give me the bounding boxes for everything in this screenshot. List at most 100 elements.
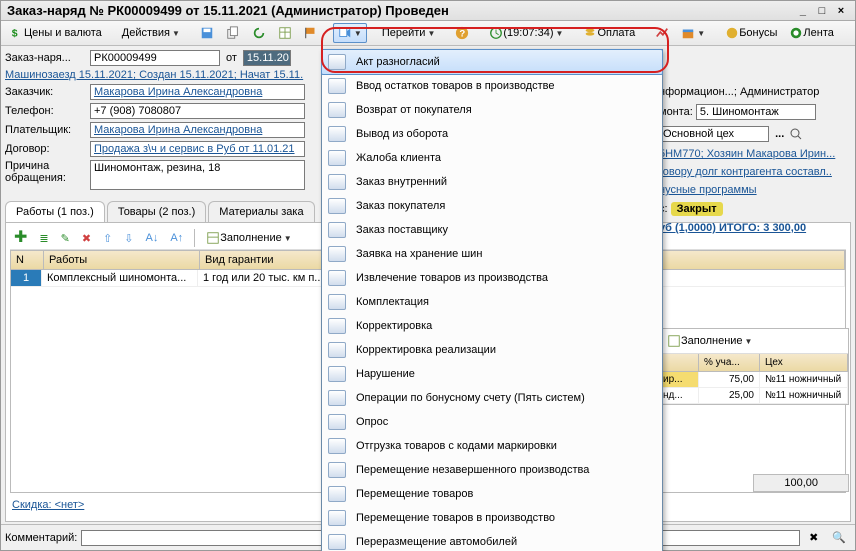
create-based-on-button[interactable]: ▼ [333,23,367,43]
insert-row-icon[interactable]: ≣ [35,231,52,246]
menu-item[interactable]: Отгрузка товаров с кодами маркировки [322,434,662,458]
menu-item[interactable]: Перемещение товаров в производство [322,506,662,530]
tool-chart-icon[interactable] [650,23,674,43]
bonus-programs-link[interactable]: нусные программы [659,184,757,196]
menu-item[interactable]: Корректировка [322,314,662,338]
clear-comment-icon[interactable]: ✖ [804,528,823,547]
col-workshop[interactable]: Цех [760,354,848,371]
tool-gift-icon[interactable]: ▼ [676,23,710,43]
tool-spreadsheet-icon[interactable] [273,23,297,43]
contract-field[interactable]: Продажа з\ч и сервис в Руб от 11.01.21 [90,141,305,157]
menu-item[interactable]: Нарушение [322,362,662,386]
actions-label: Действия [122,27,170,39]
status-badge: Закрыт [671,202,723,216]
order-date-field[interactable]: 15.11.20 [243,50,291,66]
delete-row-icon[interactable]: ✖ [78,231,95,246]
tab-materials[interactable]: Материалы зака [208,201,314,222]
menu-item-label: Нарушение [356,368,415,380]
add-row-icon[interactable]: ✚ [10,231,31,245]
create-based-on-menu: Акт разногласийВвод остатков товаров в п… [321,49,663,551]
col-pct[interactable]: % уча... [699,354,760,371]
minimize-button[interactable]: _ [795,5,811,17]
col-n[interactable]: N [11,251,44,269]
reason-field[interactable]: Шиномонтаж, резина, 18 [90,160,305,190]
menu-item[interactable]: Ввод остатков товаров в производстве [322,74,662,98]
goto-label: Перейти [382,27,426,39]
time-button[interactable]: (19:07:34)▼ [484,23,568,43]
move-up-icon[interactable]: ⇧ [99,231,116,246]
machine-entry-link[interactable]: Машинозаезд 15.11.2021; Создан 15.11.202… [5,69,303,81]
menu-item-label: Перемещение товаров в производство [356,512,555,524]
feed-button[interactable]: Лента [784,23,838,43]
tab-works[interactable]: Работы (1 поз.) [5,201,105,222]
fill-button[interactable]: Заполнение▼ [202,230,295,246]
menu-item[interactable]: Комплектация [322,290,662,314]
fill-right-button[interactable]: Заполнение▼ [662,331,757,351]
payer-field[interactable]: Макарова Ирина Александровна [90,122,305,138]
help-icon[interactable]: ? [450,23,474,43]
search-comment-icon[interactable]: 🔍 [827,528,851,547]
tab-goods[interactable]: Товары (2 поз.) [107,201,206,222]
col-work[interactable]: Работы [44,251,200,269]
car-link[interactable]: 5НМ770; Хозяин Макарова Ирин... [659,148,835,160]
menu-item[interactable]: Заказ покупателя [322,194,662,218]
document-icon [328,150,346,166]
document-icon [328,366,346,382]
phone-field[interactable]: +7 (908) 7080807 [90,103,305,119]
menu-item[interactable]: Вывод из оборота [322,122,662,146]
document-icon [328,246,346,262]
tool-print-icon[interactable] [849,23,856,43]
menu-item[interactable]: Перемещение незавершенного производства [322,458,662,482]
menu-item-label: Жалоба клиента [356,152,441,164]
menu-item[interactable]: Корректировка реализации [322,338,662,362]
pay-button[interactable]: Оплата [578,23,640,43]
menu-item[interactable]: Жалоба клиента [322,146,662,170]
menu-item[interactable]: Извлечение товаров из производства [322,266,662,290]
total-link[interactable]: уб (1,0000) ИТОГО: 3 300,00 [659,222,806,234]
maximize-button[interactable]: □ [814,5,830,17]
edit-row-icon[interactable]: ✎ [57,231,74,246]
document-icon [328,78,346,94]
table-row[interactable]: ир... 75,00 №11 ножничный [658,372,848,388]
sort-desc-icon[interactable]: A↑ [166,231,187,245]
menu-item[interactable]: Возврат от покупателя [322,98,662,122]
actions-button[interactable]: Действия▼ [117,24,185,42]
close-button[interactable]: × [833,5,849,17]
debt-link[interactable]: говору долг контрагента составл.. [659,166,832,178]
search-icon[interactable] [790,128,802,140]
menu-item[interactable]: Заказ внутренний [322,170,662,194]
menu-item[interactable]: Переразмещение автомобилей [322,530,662,551]
montazh-field[interactable]: 5. Шиномонтаж [696,104,816,120]
workshop-field[interactable]: Основной цех [659,126,769,142]
customer-field[interactable]: Макарова Ирина Александровна [90,84,305,100]
document-icon [328,486,346,502]
tool-save-icon[interactable] [195,23,219,43]
bonus-label: Бонусы [739,27,777,39]
menu-item[interactable]: Акт разногласий [321,49,663,75]
menu-item[interactable]: Заявка на хранение шин [322,242,662,266]
price-currency-button[interactable]: $ Цены и валюта [5,23,107,43]
menu-item-label: Заявка на хранение шин [356,248,482,260]
order-number-field[interactable]: РК00009499 [90,50,220,66]
goto-button[interactable]: Перейти▼ [377,24,441,42]
participants-panel: Заполнение▼ % уча... Цех ир... 75,00 №11… [657,328,849,405]
spreadsheet-icon [206,231,220,245]
menu-item[interactable]: Заказ поставщику [322,218,662,242]
create-based-on-icon [338,26,352,40]
table-row[interactable]: нд... 25,00 №11 ножничный [658,388,848,404]
order-label: Заказ-наря... [5,52,90,64]
time-label: (19:07:34) [503,27,553,39]
move-down-icon[interactable]: ⇩ [120,231,137,246]
menu-item[interactable]: Опрос [322,410,662,434]
tool-copy-icon[interactable] [221,23,245,43]
row-n: 1 [11,270,42,287]
menu-item[interactable]: Перемещение товаров [322,482,662,506]
menu-item[interactable]: Операции по бонусному счету (Пять систем… [322,386,662,410]
sort-asc-icon[interactable]: A↓ [142,231,163,245]
menu-item-label: Корректировка реализации [356,344,496,356]
document-icon [328,126,346,142]
bonus-button[interactable]: Бонусы [720,23,782,43]
dollar-icon: $ [10,26,24,40]
tool-flag-icon[interactable] [299,23,323,43]
tool-refresh-icon[interactable] [247,23,271,43]
